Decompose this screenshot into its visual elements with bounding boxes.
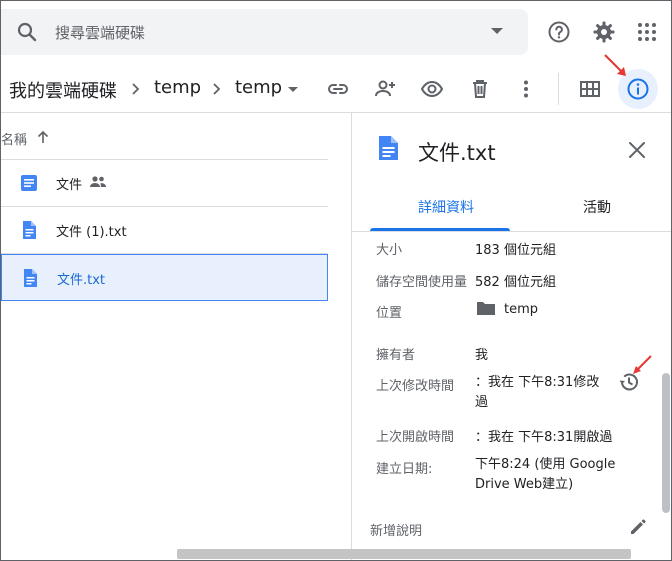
add-description-label[interactable]: 新增說明	[370, 520, 422, 539]
owner-value: 我	[475, 348, 489, 363]
created-label: 建立日期:	[376, 462, 433, 477]
annotation-arrow-icon	[604, 54, 626, 76]
file-name: 文件.txt	[57, 273, 106, 288]
tab-activity[interactable]: 活動	[583, 197, 611, 217]
gear-icon[interactable]	[592, 20, 616, 44]
search-options-icon[interactable]	[491, 28, 503, 34]
file-row-selected[interactable]: 文件.txt	[1, 254, 328, 301]
name-column-header[interactable]: 名稱	[1, 129, 49, 148]
close-icon[interactable]	[626, 139, 648, 161]
size-label: 大小	[376, 243, 403, 258]
shared-people-icon	[90, 176, 106, 187]
folder-icon	[477, 302, 495, 315]
trash-icon[interactable]	[468, 77, 492, 101]
modified-value: ：我在 下午8:31修改過	[475, 375, 600, 410]
help-icon[interactable]	[547, 20, 571, 44]
size-value: 183 個位元組	[475, 243, 556, 258]
search-bar[interactable]: 搜尋雲端硬碟	[1, 9, 528, 55]
file-name: 文件	[56, 178, 83, 193]
annotation-arrow-icon	[633, 355, 652, 374]
location-value[interactable]: temp	[504, 302, 538, 317]
file-row[interactable]: 文件	[1, 160, 328, 206]
apps-grid-icon[interactable]	[635, 20, 659, 44]
toolbar: 我的雲端硬碟 temp temp	[1, 65, 671, 113]
details-panel: 文件.txt 詳細資料 活動 大小 183 個位元組 儲存空間使用量 582 個…	[351, 113, 671, 560]
link-icon[interactable]	[326, 77, 350, 101]
breadcrumb-current[interactable]: temp	[235, 77, 282, 98]
created-value: 下午8:24 (使用 Google Drive Web建立)	[475, 457, 616, 492]
breadcrumb-level1[interactable]: temp	[154, 77, 201, 98]
caret-down-icon[interactable]	[285, 81, 301, 97]
opened-value: ：我在 下午8:31開啟過	[475, 430, 613, 445]
owner-label: 擁有者	[376, 348, 416, 363]
text-file-icon	[379, 136, 398, 160]
tab-details[interactable]: 詳細資料	[418, 197, 474, 217]
horizontal-scrollbar[interactable]	[177, 549, 631, 559]
add-person-icon[interactable]	[373, 77, 397, 101]
text-file-icon	[23, 221, 36, 239]
preview-eye-icon[interactable]	[420, 77, 444, 101]
chevron-right-icon	[213, 83, 221, 95]
sort-arrow-up-icon[interactable]	[35, 129, 51, 145]
panel-scrollbar[interactable]	[662, 373, 670, 513]
pencil-icon[interactable]	[628, 517, 648, 537]
file-row[interactable]: 文件 (1).txt	[1, 207, 328, 253]
location-label: 位置	[376, 306, 403, 321]
drive-window: 搜尋雲端硬碟 我的雲端硬碟 temp temp 名稱 文件 文件 (1).txt…	[0, 0, 672, 561]
name-column-label: 名稱	[1, 133, 28, 148]
storage-value: 582 個位元組	[475, 275, 556, 290]
tabs-divider	[352, 231, 671, 232]
more-vert-icon[interactable]	[514, 77, 538, 101]
grid-view-icon[interactable]	[578, 77, 602, 101]
storage-label: 儲存空間使用量	[376, 275, 468, 290]
chevron-right-icon	[132, 83, 140, 95]
google-doc-icon	[21, 175, 37, 191]
panel-title: 文件.txt	[418, 141, 496, 165]
toolbar-divider	[558, 73, 559, 105]
search-input[interactable]: 搜尋雲端硬碟	[55, 22, 145, 43]
opened-label: 上次開啟時間	[376, 430, 455, 445]
breadcrumb-root[interactable]: 我的雲端硬碟	[9, 77, 117, 103]
search-icon[interactable]	[15, 20, 39, 44]
file-name: 文件 (1).txt	[56, 225, 127, 240]
modified-label: 上次修改時間	[376, 379, 455, 394]
text-file-icon	[24, 269, 37, 287]
